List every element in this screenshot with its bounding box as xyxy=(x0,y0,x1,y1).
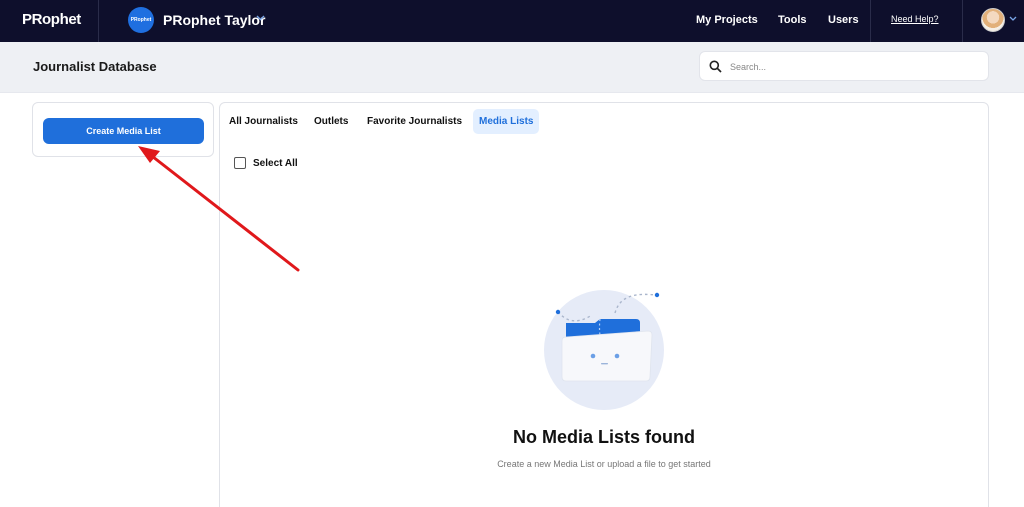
search-input[interactable] xyxy=(730,58,980,76)
page-title: Journalist Database xyxy=(33,59,157,74)
nav-tools[interactable]: Tools xyxy=(778,14,807,26)
need-help-link[interactable]: Need Help? xyxy=(891,14,939,24)
select-all-checkbox[interactable] xyxy=(234,157,246,169)
divider xyxy=(98,0,99,42)
sidebar-scroll-indicator xyxy=(27,178,31,194)
tab-all-journalists[interactable]: All Journalists xyxy=(223,109,304,134)
app-logo[interactable]: PRophet xyxy=(22,11,81,28)
create-media-list-button[interactable]: Create Media List xyxy=(43,118,204,144)
tab-favorite-journalists[interactable]: Favorite Journalists xyxy=(361,109,468,134)
user-avatar[interactable] xyxy=(981,8,1005,32)
empty-state-subtitle: Create a new Media List or upload a file… xyxy=(497,459,711,469)
tab-media-lists[interactable]: Media Lists xyxy=(473,109,540,134)
top-navigation-bar: PRophet PRophet PRophet Taylor My Projec… xyxy=(0,0,1024,42)
search-icon xyxy=(709,60,722,73)
chevron-down-icon[interactable] xyxy=(1009,16,1017,21)
divider xyxy=(962,0,963,42)
workspace-avatar[interactable]: PRophet xyxy=(128,7,154,33)
select-all-label: Select All xyxy=(253,157,298,169)
empty-folder-illustration xyxy=(544,290,664,410)
chevron-down-icon[interactable] xyxy=(256,15,265,21)
empty-state-title: No Media Lists found xyxy=(513,427,695,447)
tab-outlets[interactable]: Outlets xyxy=(308,109,354,134)
workspace-name[interactable]: PRophet Taylor xyxy=(163,12,265,28)
divider xyxy=(870,0,871,42)
search-box[interactable] xyxy=(699,51,989,81)
nav-my-projects[interactable]: My Projects xyxy=(696,14,758,26)
select-all-row[interactable]: Select All xyxy=(234,157,298,169)
nav-users[interactable]: Users xyxy=(828,14,859,26)
